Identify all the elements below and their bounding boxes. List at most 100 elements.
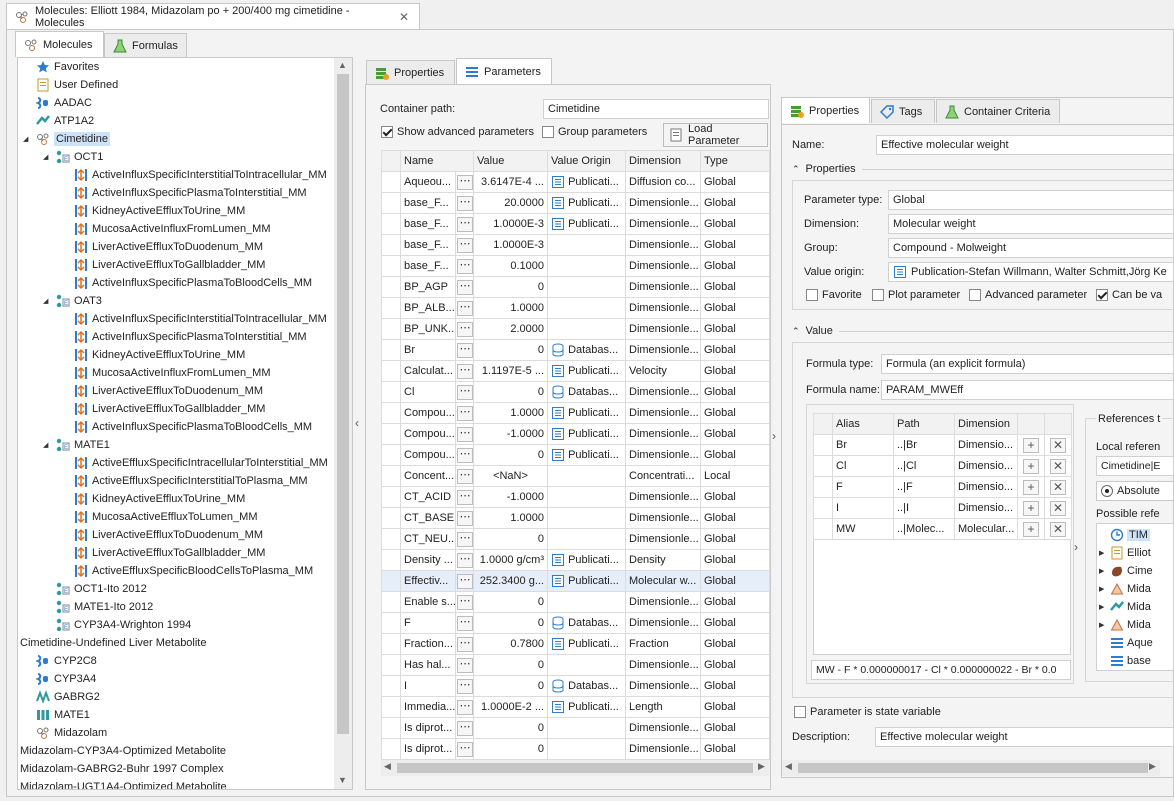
plus-icon[interactable]: +: [1023, 521, 1039, 537]
tree-item[interactable]: MucosaActiveEffluxToLumen_MM: [74, 508, 257, 526]
param-value[interactable]: 0: [473, 738, 548, 760]
plus-icon[interactable]: +: [1023, 500, 1039, 516]
ellipsis-button[interactable]: ⋯: [457, 237, 473, 253]
param-value[interactable]: 1.0000: [473, 402, 548, 424]
table-row[interactable]: base_F... ⋯ 1.0000E-3 Publicati... Dimensio…: [381, 213, 770, 235]
header-value[interactable]: Value: [473, 150, 548, 172]
param-origin-cell[interactable]: Databas...: [547, 381, 626, 403]
alias-name[interactable]: I: [832, 497, 894, 519]
param-origin-cell[interactable]: Publicati...: [547, 570, 626, 592]
header-path[interactable]: Path: [893, 413, 955, 435]
tree-item[interactable]: ActiveEffluxSpecificBloodCellsToPlasma_M…: [74, 562, 313, 580]
document-tab[interactable]: Molecules: Elliott 1984, Midazolam po + …: [6, 3, 420, 30]
param-origin-cell[interactable]: Publicati...: [547, 192, 626, 214]
tree-item[interactable]: LiverActiveEffluxToGallbladder_MM: [74, 544, 265, 562]
param-origin-cell[interactable]: Databas...: [547, 612, 626, 634]
table-row[interactable]: Fraction... ⋯ 0.7800 Publicati... Fraction G…: [381, 633, 770, 655]
tree-item[interactable]: E CYP3A4-Wrighton 1994: [56, 616, 191, 634]
tree-item[interactable]: ActiveInfluxSpecificPlasmaToInterstitial…: [74, 328, 307, 346]
alias-path[interactable]: ..|I: [893, 497, 955, 519]
close-icon[interactable]: ✕: [399, 10, 409, 24]
scroll-right-icon[interactable]: ▶: [758, 761, 765, 772]
formula-name-field[interactable]: PARAM_MWEff: [881, 380, 1174, 400]
tree-item[interactable]: Midazolam-GABRG2-Buhr 1997 Complex: [20, 760, 224, 778]
header-dimension[interactable]: Dimension: [954, 413, 1018, 435]
expand-right-icon[interactable]: ›: [772, 429, 776, 443]
param-origin-cell[interactable]: Publicati...: [547, 444, 626, 466]
param-origin-cell[interactable]: [547, 465, 626, 487]
radio-dot[interactable]: [1101, 485, 1113, 497]
param-origin-cell[interactable]: [547, 738, 626, 760]
table-row[interactable]: F ⋯ 0 Databas... Dimensionle... Global: [381, 612, 770, 634]
param-origin-cell[interactable]: Publicati...: [547, 360, 626, 382]
param-origin-cell[interactable]: Publicati...: [547, 171, 626, 193]
param-origin-cell[interactable]: Publicati...: [547, 213, 626, 235]
tree-item[interactable]: MucosaActiveInfluxFromLumen_MM: [74, 220, 271, 238]
tree-item[interactable]: ActiveInfluxSpecificPlasmaToBloodCells_M…: [74, 274, 312, 292]
param-value[interactable]: -1.0000: [473, 423, 548, 445]
absolute-radio[interactable]: Absolute: [1096, 481, 1174, 501]
param-origin-cell[interactable]: Databas...: [547, 675, 626, 697]
header-name[interactable]: Name: [400, 150, 474, 172]
scroll-up-icon[interactable]: ▲: [338, 60, 347, 70]
ellipsis-button[interactable]: ⋯: [457, 594, 473, 610]
checkbox-box[interactable]: [794, 706, 806, 718]
table-row[interactable]: Is diprot... ⋯ 0 Dimensionle... Global: [381, 717, 770, 739]
tree-item[interactable]: MucosaActiveInfluxFromLumen_MM: [74, 364, 271, 382]
ellipsis-button[interactable]: ⋯: [457, 720, 473, 736]
param-value[interactable]: 1.1197E-5 ...: [473, 360, 548, 382]
tree-scroll-thumb[interactable]: [337, 74, 349, 734]
ellipsis-button[interactable]: ⋯: [457, 657, 473, 673]
tree-item[interactable]: LiverActiveEffluxToDuodenum_MM: [74, 526, 263, 544]
param-value[interactable]: 1.0000 g/cm³: [473, 549, 548, 571]
properties-section-header[interactable]: ⌃ Properties: [792, 163, 1174, 175]
reference-item[interactable]: ▶ Mida: [1099, 580, 1173, 598]
collapse-left-icon[interactable]: ‹: [355, 416, 359, 430]
table-row[interactable]: MW ..|Molec... Molecular... + ✕: [813, 518, 1072, 540]
tab-middle-properties[interactable]: Properties: [366, 60, 455, 84]
ellipsis-button[interactable]: ⋯: [457, 279, 473, 295]
tree-item[interactable]: E MATE1-Ito 2012: [56, 598, 153, 616]
table-row[interactable]: Compou... ⋯ 0 Publicati... Dimensionle... Gl…: [381, 444, 770, 466]
details-h-scroll-thumb[interactable]: [798, 763, 1148, 773]
ellipsis-button[interactable]: ⋯: [457, 363, 473, 379]
param-value[interactable]: 0: [473, 717, 548, 739]
tree-item[interactable]: ATP1A2: [36, 112, 94, 130]
tree-item[interactable]: E OCT1-Ito 2012: [56, 580, 147, 598]
param-value[interactable]: 0: [473, 528, 548, 550]
ellipsis-button[interactable]: ⋯: [457, 489, 473, 505]
checkbox-box[interactable]: [969, 289, 981, 301]
param-value[interactable]: 0: [473, 675, 548, 697]
table-row[interactable]: Is diprot... ⋯ 0 Dimensionle... Global: [381, 738, 770, 760]
tab-formulas[interactable]: Formulas: [104, 33, 187, 57]
ellipsis-button[interactable]: ⋯: [457, 699, 473, 715]
favorite-checkbox[interactable]: Favorite: [806, 289, 862, 301]
reference-item[interactable]: base: [1099, 652, 1173, 670]
tree-item[interactable]: KidneyActiveEffluxToUrine_MM: [74, 490, 245, 508]
table-row[interactable]: Concent... ⋯ <NaN> Concentrati... Local: [381, 465, 770, 487]
ellipsis-button[interactable]: ⋯: [457, 615, 473, 631]
plot-parameter-checkbox[interactable]: Plot parameter: [872, 289, 960, 301]
ellipsis-button[interactable]: ⋯: [457, 258, 473, 274]
tree-item[interactable]: LiverActiveEffluxToGallbladder_MM: [74, 256, 265, 274]
alias-path[interactable]: ..|F: [893, 476, 955, 498]
param-origin-cell[interactable]: Databas...: [547, 339, 626, 361]
tab-parameters[interactable]: Parameters: [456, 58, 552, 84]
table-row[interactable]: BP_ALB... ⋯ 1.0000 Dimensionle... Global: [381, 297, 770, 319]
table-row[interactable]: I ⋯ 0 Databas... Dimensionle... Global: [381, 675, 770, 697]
ellipsis-button[interactable]: ⋯: [457, 405, 473, 421]
param-value[interactable]: -1.0000: [473, 486, 548, 508]
reference-item[interactable]: ▶ Cime: [1099, 562, 1173, 580]
table-row[interactable]: Density ... ⋯ 1.0000 g/cm³ Publicati... Den…: [381, 549, 770, 571]
plus-icon[interactable]: +: [1023, 458, 1039, 474]
ellipsis-button[interactable]: ⋯: [457, 174, 473, 190]
alias-path[interactable]: ..|Br: [893, 434, 955, 456]
tree-scrollbar[interactable]: ▲ ▼: [334, 58, 352, 789]
ellipsis-button[interactable]: ⋯: [457, 468, 473, 484]
param-value[interactable]: 0: [473, 276, 548, 298]
expand-icon[interactable]: ◢: [43, 297, 48, 305]
table-row[interactable]: I ..|I Dimensio... + ✕: [813, 497, 1072, 519]
tree-item[interactable]: Midazolam: [36, 724, 107, 742]
param-value[interactable]: 0: [473, 444, 548, 466]
tree-item[interactable]: User Defined: [36, 76, 118, 94]
